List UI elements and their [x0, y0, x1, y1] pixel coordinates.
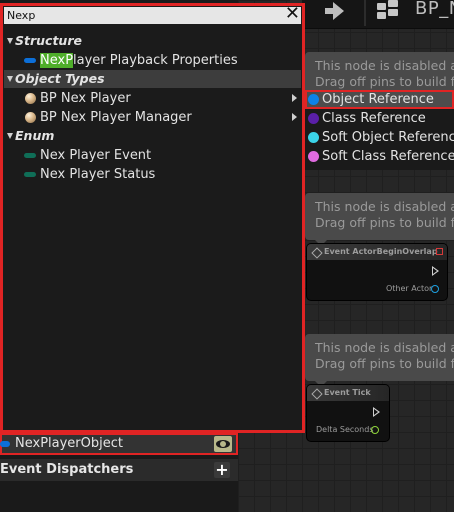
- type-item-nex-player-status[interactable]: Nex Player Status: [4, 165, 301, 184]
- exec-output-pin-icon[interactable]: [432, 266, 439, 276]
- type-search-box: ✕: [4, 4, 301, 24]
- disabled-node-comment: This node is disabled a Drag off pins to…: [305, 193, 454, 246]
- type-item-nexplayer-playback-properties[interactable]: NexPlayer Playback Properties: [4, 51, 301, 70]
- type-item-label: Nex Player Status: [40, 167, 156, 182]
- search-match-highlight: NexP: [40, 53, 74, 68]
- object-type-pill-icon: [0, 441, 10, 447]
- class-reference-icon: [308, 113, 319, 124]
- comment-line: Drag off pins to build fu: [315, 356, 454, 371]
- blueprint-class-icon: [25, 112, 36, 123]
- object-pin-icon[interactable]: [431, 285, 439, 293]
- submenu-soft-class-reference[interactable]: Soft Class Reference: [305, 147, 454, 166]
- node-header: Event ActorBeginOverlap: [307, 244, 447, 260]
- submenu-arrow-icon: [292, 113, 297, 121]
- node-title: Event Tick: [324, 388, 371, 397]
- blueprint-tab-title[interactable]: BP_N: [415, 0, 454, 19]
- comment-line: This node is disabled a: [315, 58, 454, 73]
- type-item-nex-player-event[interactable]: Nex Player Event: [4, 146, 301, 165]
- blueprint-icon: [377, 0, 399, 20]
- delegate-pin-icon[interactable]: [436, 248, 443, 255]
- collapse-arrow-icon: [7, 37, 13, 44]
- toolbar-separator: [364, 0, 366, 26]
- event-tick-node[interactable]: Event Tick Delta Seconds: [307, 385, 389, 441]
- event-actor-begin-overlap-node[interactable]: Event ActorBeginOverlap Other Actor: [307, 244, 447, 300]
- variable-name: NexPlayerObject: [15, 436, 123, 451]
- comment-line: Drag off pins to build fu: [315, 215, 454, 230]
- category-label: Object Types: [15, 71, 105, 86]
- submenu-label: Object Reference: [322, 92, 434, 107]
- collapse-arrow-icon: [7, 75, 13, 82]
- category-label: Structure: [15, 33, 82, 48]
- category-enum[interactable]: Enum: [4, 127, 301, 145]
- type-item-label: BP Nex Player: [40, 91, 131, 106]
- type-item-bp-nex-player-manager[interactable]: BP Nex Player Manager: [4, 108, 301, 127]
- pin-label: Other Actor: [386, 284, 433, 293]
- category-object-types[interactable]: Object Types: [4, 70, 301, 88]
- event-icon: [311, 247, 323, 259]
- navigate-forward-icon[interactable]: [325, 2, 344, 20]
- enum-pin-icon: [24, 153, 36, 158]
- event-dispatchers-title: Event Dispatchers: [0, 462, 134, 477]
- node-header: Event Tick: [307, 385, 389, 401]
- collapse-arrow-icon: [7, 132, 13, 139]
- exec-output-pin-icon[interactable]: [373, 407, 380, 417]
- type-item-bp-nex-player[interactable]: BP Nex Player: [4, 89, 301, 108]
- float-pin-icon[interactable]: [371, 426, 379, 434]
- comment-line: This node is disabled a: [315, 199, 454, 214]
- submenu-class-reference[interactable]: Class Reference: [305, 109, 454, 128]
- event-dispatchers-header[interactable]: Event Dispatchers +: [0, 459, 238, 481]
- submenu-soft-object-reference[interactable]: Soft Object Reference: [305, 128, 454, 147]
- event-icon: [311, 388, 323, 400]
- submenu-label: Soft Object Reference: [322, 130, 454, 145]
- pin-label: Delta Seconds: [316, 425, 374, 434]
- visibility-eye-icon[interactable]: [214, 436, 232, 452]
- submenu-label: Class Reference: [322, 111, 426, 126]
- graph-toolbar: BP_N: [290, 0, 454, 29]
- category-structure[interactable]: Structure: [4, 32, 301, 50]
- submenu-label: Soft Class Reference: [322, 149, 454, 164]
- variable-row[interactable]: NexPlayerObject: [0, 433, 238, 455]
- blueprint-class-icon: [25, 93, 36, 104]
- category-label: Enum: [15, 128, 55, 143]
- type-item-label: Nex Player Event: [40, 148, 152, 163]
- type-item-label: BP Nex Player Manager: [40, 110, 192, 125]
- soft-object-reference-icon: [308, 132, 319, 143]
- clear-search-icon[interactable]: ✕: [285, 4, 300, 24]
- disabled-node-comment: This node is disabled a Drag off pins to…: [305, 334, 454, 387]
- variable-type-picker: ✕ Structure NexPlayer Playback Propertie…: [0, 3, 305, 433]
- object-reference-icon: [308, 94, 319, 105]
- enum-pin-icon: [24, 172, 36, 177]
- submenu-object-reference[interactable]: Object Reference: [305, 90, 454, 109]
- type-item-label: layer Playback Properties: [73, 53, 238, 68]
- comment-line: This node is disabled a: [315, 340, 454, 355]
- submenu-arrow-icon: [292, 94, 297, 102]
- add-event-dispatcher-button[interactable]: +: [214, 462, 230, 478]
- soft-class-reference-icon: [308, 151, 319, 162]
- type-search-input[interactable]: [4, 7, 282, 24]
- node-title: Event ActorBeginOverlap: [324, 247, 438, 256]
- struct-pin-icon: [24, 58, 36, 63]
- reference-type-submenu: Object Reference Class Reference Soft Ob…: [305, 90, 454, 170]
- comment-line: Drag off pins to build fu: [315, 74, 454, 89]
